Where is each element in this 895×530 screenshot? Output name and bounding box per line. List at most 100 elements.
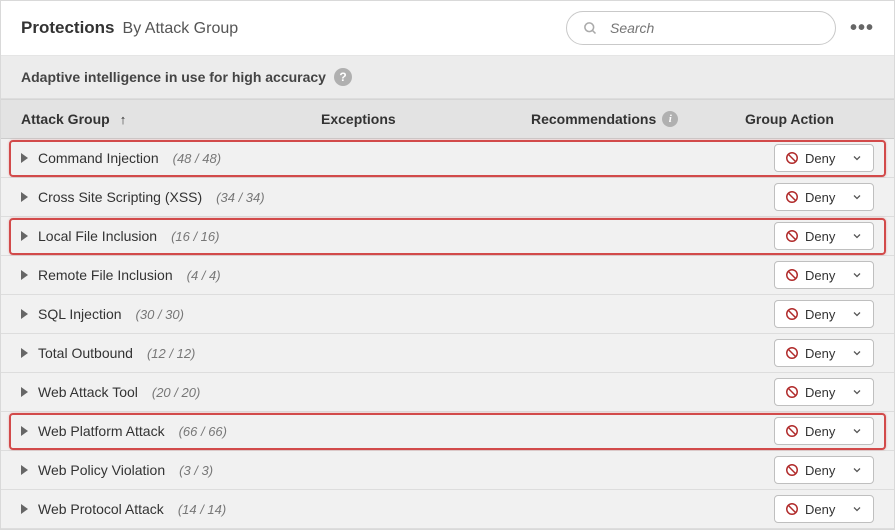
attack-group-name: Command Injection: [38, 150, 159, 166]
attack-group-name: Cross Site Scripting (XSS): [38, 189, 202, 205]
deny-icon: [785, 229, 799, 243]
group-action-dropdown[interactable]: Deny: [774, 378, 874, 406]
group-action-label: Deny: [785, 463, 835, 478]
table-row: Web Platform Attack(66 / 66)Deny: [1, 412, 894, 451]
attack-group-row[interactable]: Command Injection(48 / 48) Deny: [1, 139, 894, 178]
group-action-dropdown[interactable]: Deny: [774, 495, 874, 523]
attack-group-count: (12 / 12): [147, 346, 195, 361]
expand-triangle-icon[interactable]: [21, 348, 28, 358]
table-row: Local File Inclusion(16 / 16) Deny: [1, 217, 894, 256]
group-action-dropdown[interactable]: Deny: [774, 456, 874, 484]
col-group-action-label: Group Action: [745, 111, 834, 127]
attack-group-count: (4 / 4): [187, 268, 221, 283]
col-attack-group[interactable]: Attack Group ↑: [21, 111, 321, 127]
expand-triangle-icon[interactable]: [21, 153, 28, 163]
attack-group-row[interactable]: Remote File Inclusion (4 / 4) Deny: [1, 256, 894, 295]
attack-group-name: Total Outbound: [38, 345, 133, 361]
col-group-action: Group Action: [741, 111, 874, 127]
col-exceptions[interactable]: Exceptions: [321, 111, 531, 127]
row-left: Command Injection(48 / 48): [21, 150, 774, 166]
group-action-dropdown[interactable]: Deny: [774, 183, 874, 211]
action-text: Deny: [805, 424, 835, 439]
expand-triangle-icon[interactable]: [21, 231, 28, 241]
header-right: •••: [566, 11, 874, 45]
attack-group-count: (3 / 3): [179, 463, 213, 478]
deny-icon: [785, 424, 799, 438]
group-action-dropdown[interactable]: Deny: [774, 144, 874, 172]
expand-triangle-icon[interactable]: [21, 387, 28, 397]
page-subtitle: By Attack Group: [123, 20, 239, 38]
attack-group-row[interactable]: SQL Injection(30 / 30) Deny: [1, 295, 894, 334]
group-action-label: Deny: [785, 229, 835, 244]
row-left: Local File Inclusion(16 / 16): [21, 228, 774, 244]
attack-group-list: Command Injection(48 / 48)DenyCross Site…: [1, 139, 894, 529]
table-row: Web Attack Tool(20 / 20)Deny: [1, 373, 894, 412]
attack-group-count: (34 / 34): [216, 190, 264, 205]
help-icon[interactable]: ?: [334, 68, 352, 86]
attack-group-count: (30 / 30): [136, 307, 184, 322]
subheader: Adaptive intelligence in use for high ac…: [1, 56, 894, 99]
group-action-dropdown[interactable]: Deny: [774, 261, 874, 289]
action-text: Deny: [805, 229, 835, 244]
more-menu-button[interactable]: •••: [850, 17, 874, 40]
expand-triangle-icon[interactable]: [21, 465, 28, 475]
deny-icon: [785, 190, 799, 204]
attack-group-name: Web Attack Tool: [38, 384, 138, 400]
group-action-label: Deny: [785, 346, 835, 361]
action-text: Deny: [805, 463, 835, 478]
group-action-label: Deny: [785, 151, 835, 166]
search-box[interactable]: [566, 11, 836, 45]
chevron-down-icon: [851, 230, 863, 242]
action-text: Deny: [805, 307, 835, 322]
attack-group-row[interactable]: Web Policy Violation(3 / 3) Deny: [1, 451, 894, 490]
attack-group-name: Web Protocol Attack: [38, 501, 164, 517]
group-action-label: Deny: [785, 502, 835, 517]
deny-icon: [785, 463, 799, 477]
chevron-down-icon: [851, 425, 863, 437]
action-text: Deny: [805, 502, 835, 517]
table-row: Command Injection(48 / 48) Deny: [1, 139, 894, 178]
attack-group-row[interactable]: Cross Site Scripting (XSS) (34 / 34) Deny: [1, 178, 894, 217]
attack-group-name: Remote File Inclusion: [38, 267, 173, 283]
subheader-text: Adaptive intelligence in use for high ac…: [21, 69, 326, 85]
expand-triangle-icon[interactable]: [21, 309, 28, 319]
action-text: Deny: [805, 385, 835, 400]
expand-triangle-icon[interactable]: [21, 192, 28, 202]
title: Protections By Attack Group: [21, 18, 238, 38]
attack-group-row[interactable]: Total Outbound (12 / 12) Deny: [1, 334, 894, 373]
group-action-dropdown[interactable]: Deny: [774, 222, 874, 250]
row-left: Total Outbound (12 / 12): [21, 345, 774, 361]
chevron-down-icon: [851, 503, 863, 515]
row-left: SQL Injection(30 / 30): [21, 306, 774, 322]
expand-triangle-icon[interactable]: [21, 270, 28, 280]
row-left: Remote File Inclusion (4 / 4): [21, 267, 774, 283]
sort-ascending-icon: ↑: [120, 112, 127, 127]
attack-group-row[interactable]: Web Attack Tool(20 / 20)Deny: [1, 373, 894, 412]
group-action-dropdown[interactable]: Deny: [774, 339, 874, 367]
row-left: Cross Site Scripting (XSS) (34 / 34): [21, 189, 774, 205]
chevron-down-icon: [851, 269, 863, 281]
col-recommendations[interactable]: Recommendations i: [531, 111, 741, 127]
attack-group-row[interactable]: Web Protocol Attack(14 / 14) Deny: [1, 490, 894, 529]
attack-group-row[interactable]: Web Platform Attack(66 / 66)Deny: [1, 412, 894, 451]
row-left: Web Protocol Attack(14 / 14): [21, 501, 774, 517]
table-row: Cross Site Scripting (XSS) (34 / 34) Deny: [1, 178, 894, 217]
row-left: Web Policy Violation(3 / 3): [21, 462, 774, 478]
table-row: Remote File Inclusion (4 / 4) Deny: [1, 256, 894, 295]
group-action-dropdown[interactable]: Deny: [774, 417, 874, 445]
chevron-down-icon: [851, 386, 863, 398]
attack-group-row[interactable]: Local File Inclusion(16 / 16) Deny: [1, 217, 894, 256]
expand-triangle-icon[interactable]: [21, 426, 28, 436]
col-recommendations-label: Recommendations: [531, 111, 656, 127]
deny-icon: [785, 151, 799, 165]
attack-group-name: Web Platform Attack: [38, 423, 165, 439]
group-action-label: Deny: [785, 385, 835, 400]
group-action-label: Deny: [785, 424, 835, 439]
action-text: Deny: [805, 190, 835, 205]
expand-triangle-icon[interactable]: [21, 504, 28, 514]
group-action-dropdown[interactable]: Deny: [774, 300, 874, 328]
info-icon[interactable]: i: [662, 111, 678, 127]
search-input[interactable]: [608, 19, 819, 37]
table-row: Web Protocol Attack(14 / 14) Deny: [1, 490, 894, 529]
page-title: Protections: [21, 18, 115, 38]
